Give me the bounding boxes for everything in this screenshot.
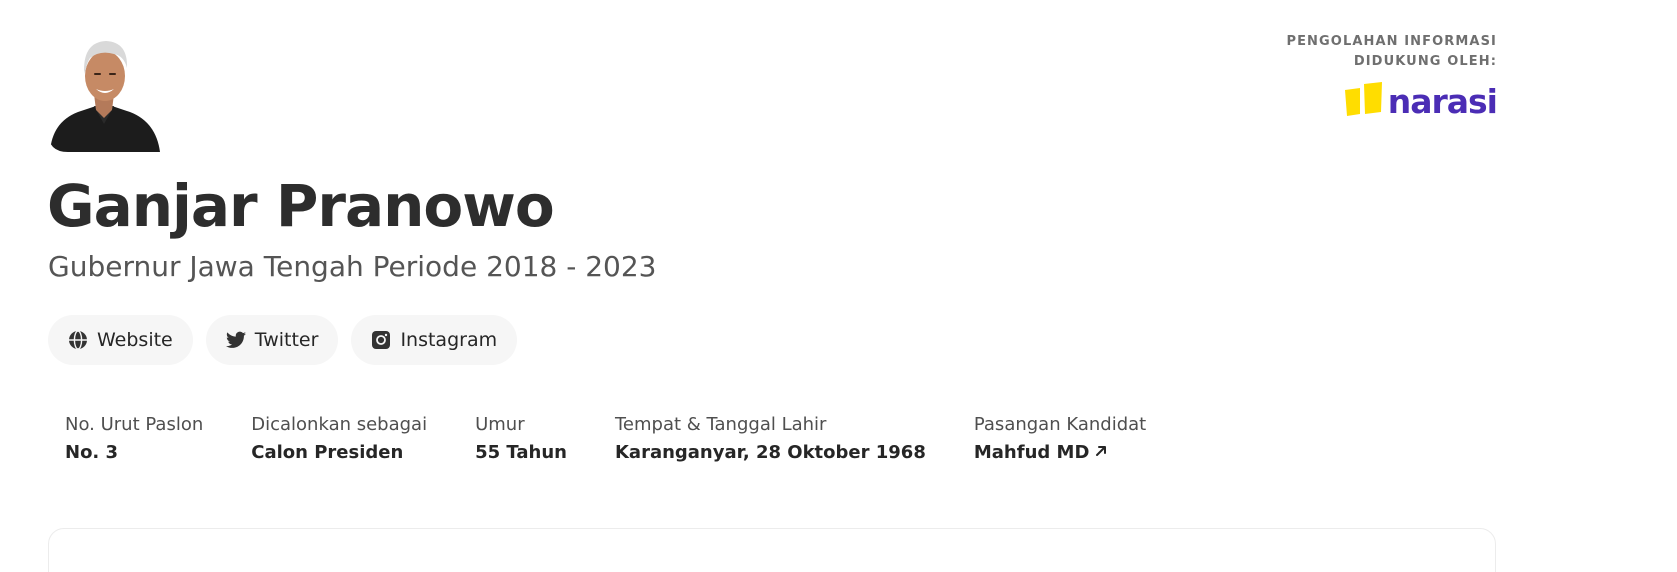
twitter-icon [225,330,246,350]
fact-ballot-number: No. Urut Paslon No. 3 [65,412,203,468]
twitter-button[interactable]: Twitter [205,315,339,365]
sponsor-label-line1: PENGOLAHAN INFORMASI [1286,34,1497,49]
candidate-name: Ganjar Pranowo [47,172,555,240]
website-label: Website [97,329,173,351]
sponsor-label-line2: DIDUKUNG OLEH: [1353,54,1497,69]
fact-value: 55 Tahun [475,442,567,463]
twitter-label: Twitter [254,329,319,351]
narasi-logo-text: narasi [1387,82,1498,121]
fact-label: Tempat & Tanggal Lahir [614,414,827,435]
fact-running-mate: Pasangan Kandidat Mahfud MD [974,412,1146,468]
globe-icon [68,330,88,350]
running-mate-link[interactable]: Mahfud MD [974,438,1109,468]
instagram-icon [371,330,391,350]
instagram-button[interactable]: Instagram [351,315,518,365]
candidate-facts: No. Urut Paslon No. 3 Dicalonkan sebagai… [65,412,1194,468]
narasi-logo-mark-icon [1344,82,1382,116]
fact-value: No. 3 [65,442,119,463]
fact-label: Umur [475,414,525,435]
fact-label: Pasangan Kandidat [973,414,1147,435]
fact-birth: Tempat & Tanggal Lahir Karanganyar, 28 O… [615,412,926,468]
narasi-logo[interactable]: narasi [1286,82,1498,121]
fact-nominated-as: Dicalonkan sebagai Calon Presiden [251,412,427,468]
candidate-avatar [48,36,160,152]
sponsor-block: PENGOLAHAN INFORMASI DIDUKUNG OLEH: nara… [1286,32,1498,121]
fact-value-wrapper: Mahfud MD [974,438,1146,468]
fact-value: Karanganyar, 28 Oktober 1968 [614,442,926,463]
instagram-label: Instagram [400,329,498,351]
fact-label: No. Urut Paslon [65,414,204,435]
social-links: Website Twitter Instagram [48,315,518,365]
fact-value: Calon Presiden [251,442,404,463]
content-card [48,528,1496,572]
fact-label: Dicalonkan sebagai [251,414,428,435]
fact-age: Umur 55 Tahun [475,412,567,468]
candidate-subtitle: Gubernur Jawa Tengah Periode 2018 - 2023 [48,250,657,283]
running-mate-name: Mahfud MD [973,442,1090,463]
website-button[interactable]: Website [48,315,193,365]
arrow-up-right-icon [1094,438,1108,468]
